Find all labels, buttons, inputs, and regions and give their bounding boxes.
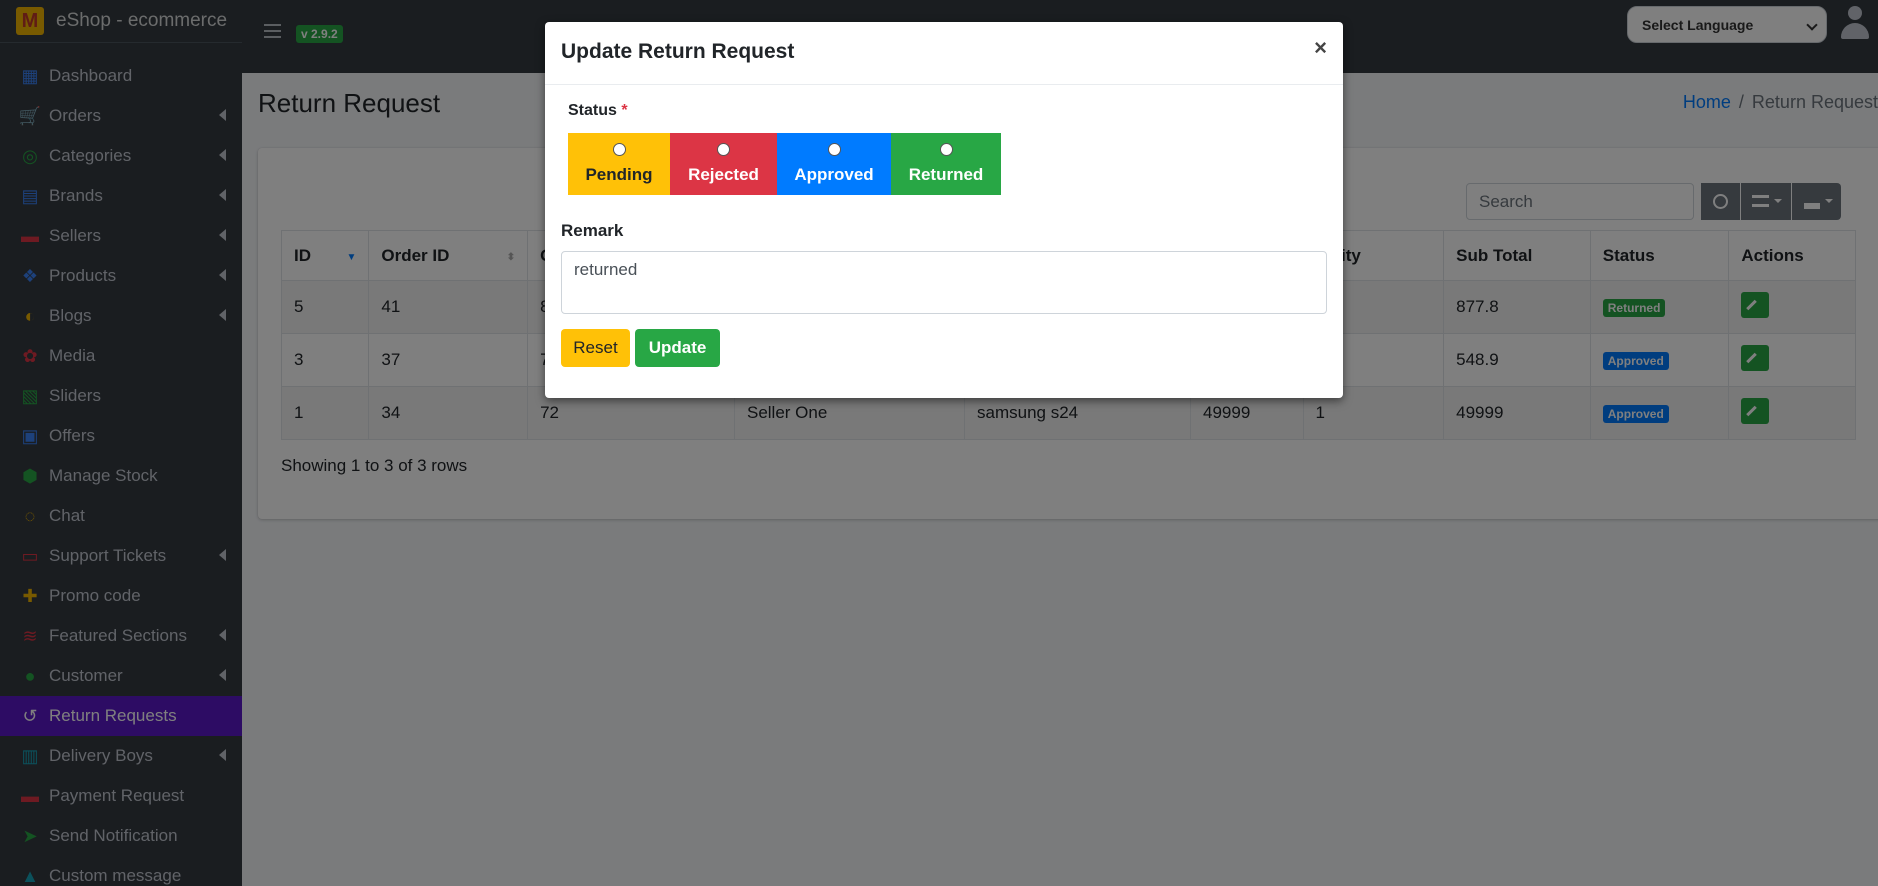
status-option-rejected[interactable]: Rejected — [670, 133, 777, 195]
radio-returned[interactable] — [939, 143, 953, 156]
reset-button[interactable]: Reset — [561, 329, 630, 367]
required-mark: * — [621, 102, 628, 119]
update-return-request-modal: Update Return Request × Status * Pending… — [545, 22, 1343, 398]
status-label: Status * — [568, 102, 628, 119]
close-icon[interactable]: × — [1314, 35, 1327, 61]
remark-label: Remark — [561, 221, 624, 240]
radio-pending[interactable] — [612, 143, 626, 156]
status-option-approved[interactable]: Approved — [777, 133, 891, 195]
update-button[interactable]: Update — [635, 329, 720, 367]
radio-rejected[interactable] — [717, 143, 730, 156]
status-option-pending[interactable]: Pending — [568, 133, 670, 195]
status-option-returned[interactable]: Returned — [891, 133, 1001, 195]
remark-textarea[interactable]: returned — [561, 251, 1327, 314]
modal-header: Update Return Request × — [545, 22, 1343, 85]
modal-title: Update Return Request — [561, 40, 795, 63]
status-radio-group: Pending Rejected Approved Returned — [568, 133, 1001, 195]
radio-approved[interactable] — [827, 143, 841, 156]
